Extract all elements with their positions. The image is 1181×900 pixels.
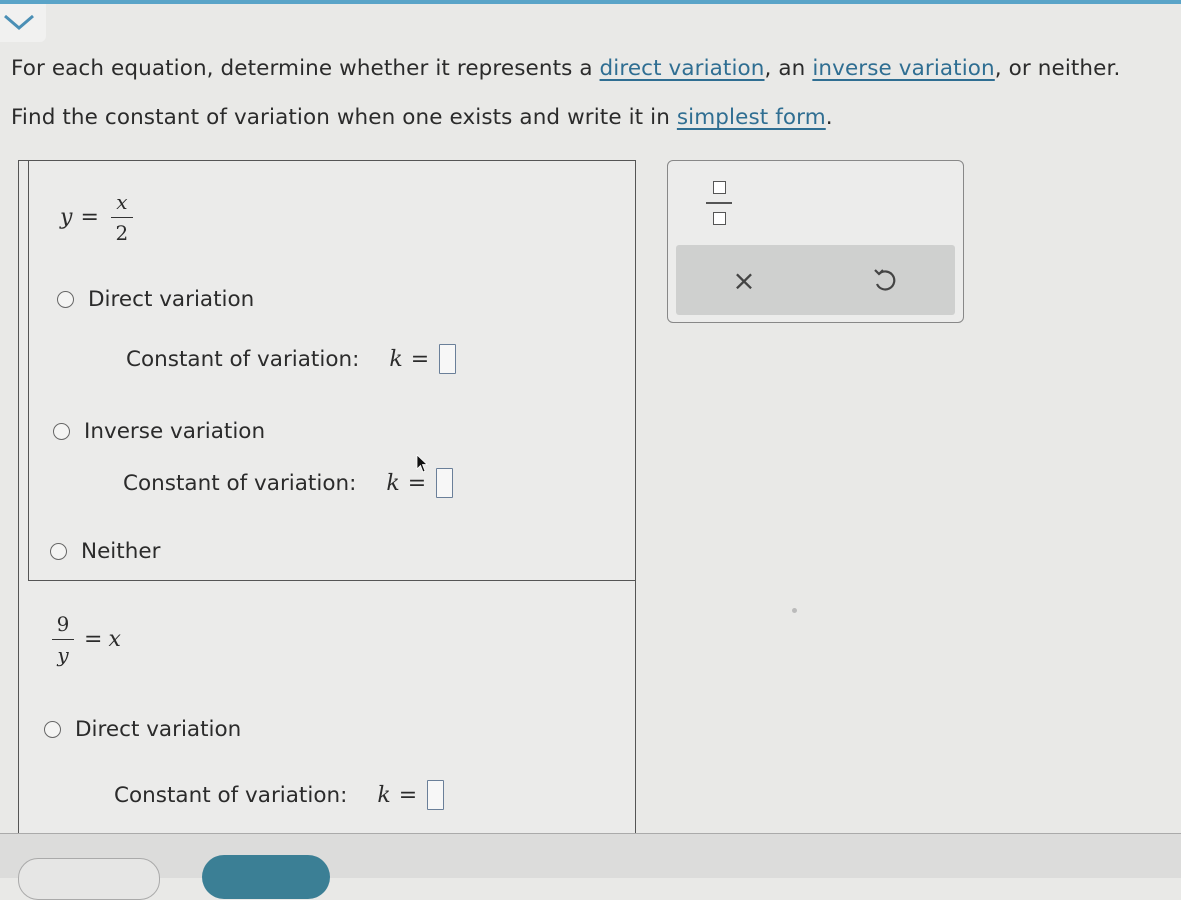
clear-button[interactable]: × — [726, 262, 762, 298]
undo-button[interactable] — [866, 262, 902, 298]
instruction-text: , an — [764, 56, 813, 81]
direct-variation-link[interactable]: direct variation — [600, 56, 765, 81]
chevron-down-icon — [4, 14, 34, 30]
eq1-numerator: x — [116, 190, 128, 214]
check-button[interactable] — [202, 855, 330, 899]
secondary-action-button[interactable] — [18, 858, 160, 900]
instructions-line-1: For each equation, determine whether it … — [11, 44, 1120, 93]
eq2-equals: = — [84, 627, 103, 652]
instruction-text: , or neither. — [994, 56, 1121, 81]
problem-divider — [28, 580, 636, 581]
constant-input-direct-2[interactable] — [427, 780, 445, 810]
eq1-fraction: x 2 — [110, 190, 133, 245]
option-label: Inverse variation — [84, 419, 266, 444]
option-neither-1[interactable]: Neither — [50, 539, 160, 564]
k-symbol: k — [377, 782, 391, 808]
equals-sign: = — [410, 346, 430, 372]
fraction-line-icon — [706, 202, 732, 204]
eq2-denominator: y — [57, 643, 69, 667]
fraction-tool-button[interactable] — [706, 181, 732, 225]
top-accent-bar — [0, 0, 1181, 4]
constant-row-direct-1: Constant of variation: k = — [126, 344, 457, 374]
option-direct-variation-2[interactable]: Direct variation — [44, 717, 241, 742]
simplest-form-link[interactable]: simplest form — [677, 105, 826, 130]
equals-sign: = — [398, 782, 418, 808]
screen-speck — [792, 608, 797, 613]
radio-button[interactable] — [57, 291, 74, 308]
undo-icon — [874, 269, 896, 291]
constant-row-inverse-1: Constant of variation: k = — [123, 468, 454, 498]
inverse-variation-link[interactable]: inverse variation — [812, 56, 994, 81]
eq1-denominator: 2 — [115, 221, 129, 245]
constant-input-inverse-1[interactable] — [436, 468, 454, 498]
eq1-lhs: y — [60, 205, 73, 230]
k-symbol: k — [386, 470, 400, 496]
option-inverse-variation-1[interactable]: Inverse variation — [53, 419, 265, 444]
constant-label: Constant of variation: — [114, 782, 348, 808]
option-direct-variation-1[interactable]: Direct variation — [57, 287, 254, 312]
fraction-bar — [52, 639, 74, 640]
denominator-box-icon — [712, 212, 726, 225]
close-icon: × — [732, 263, 756, 297]
eq2-rhs: x — [108, 627, 121, 652]
equals-sign: = — [407, 470, 427, 496]
mouse-cursor-icon — [416, 454, 429, 473]
equation-1: y = x 2 — [60, 190, 137, 245]
eq2-numerator: 9 — [56, 612, 70, 636]
instructions-line-2: Find the constant of variation when one … — [11, 93, 1120, 142]
instruction-text: Find the constant of variation when one … — [11, 105, 677, 130]
option-label: Neither — [81, 539, 161, 564]
radio-button[interactable] — [44, 721, 61, 738]
fraction-bar — [110, 217, 133, 218]
constant-label: Constant of variation: — [126, 346, 360, 372]
radio-button[interactable] — [53, 423, 70, 440]
constant-label: Constant of variation: — [123, 470, 357, 496]
panel-border — [28, 160, 29, 580]
constant-input-direct-1[interactable] — [439, 344, 457, 374]
option-label: Direct variation — [88, 287, 255, 312]
option-label: Direct variation — [75, 717, 242, 742]
instructions: For each equation, determine whether it … — [11, 44, 1120, 142]
toolbox-action-bar — [676, 245, 955, 315]
bottom-action-bar — [0, 833, 1181, 878]
k-symbol: k — [389, 346, 403, 372]
constant-row-direct-2: Constant of variation: k = — [114, 780, 445, 810]
radio-button[interactable] — [50, 543, 67, 560]
eq1-equals: = — [80, 205, 99, 230]
instruction-text: . — [825, 105, 833, 130]
equation-2: 9 y = x — [48, 612, 121, 667]
collapse-toggle[interactable] — [0, 4, 46, 42]
instruction-text: For each equation, determine whether it … — [11, 56, 600, 81]
numerator-box-icon — [712, 181, 726, 194]
eq2-fraction: 9 y — [52, 612, 74, 667]
